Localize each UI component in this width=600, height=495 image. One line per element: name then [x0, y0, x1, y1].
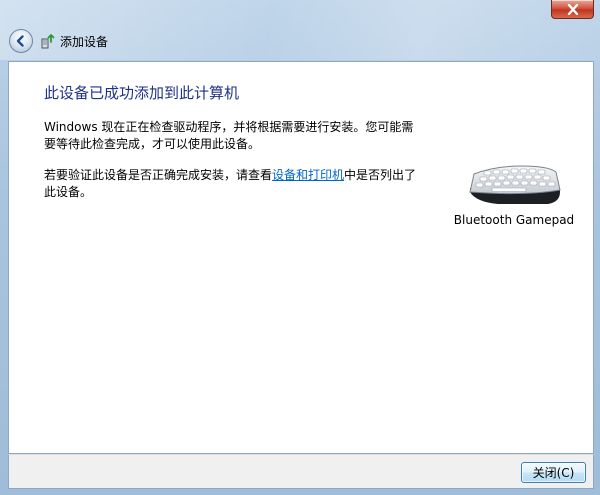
close-button[interactable]: 关闭(C) [521, 462, 586, 483]
back-arrow-icon [16, 35, 24, 47]
add-device-icon [41, 34, 55, 49]
window-close-button[interactable] [551, 0, 594, 19]
devices-and-printers-link[interactable]: 设备和打印机 [272, 168, 344, 182]
keyboard-icon [469, 165, 561, 204]
nav-title: 添加设备 [40, 31, 108, 51]
back-button[interactable] [9, 29, 33, 53]
verify-text-prefix: 若要验证此设备是否正确完成安装，请查看 [44, 168, 273, 182]
dialog-footer: 关闭(C) [8, 454, 594, 489]
content-panel: 此设备已成功添加到此计算机 Windows 现在正在检查驱动程序，并将根据需要进… [8, 61, 594, 454]
page-title: 此设备已成功添加到此计算机 [44, 84, 240, 102]
device-name: Bluetooth Gamepad [453, 213, 575, 227]
window-frame: 添加设备 此设备已成功添加到此计算机 Windows 现在正在检查驱动程序，并将… [0, 0, 600, 495]
nav-title-label: 添加设备 [60, 34, 109, 49]
close-icon [567, 3, 578, 15]
status-text: Windows 现在正在检查驱动程序，并将根据需要进行安装。您可能需要等待此检查… [44, 120, 414, 151]
verify-text: 若要验证此设备是否正确完成安装，请查看设备和打印机中是否列出了此设备。 [44, 167, 424, 201]
